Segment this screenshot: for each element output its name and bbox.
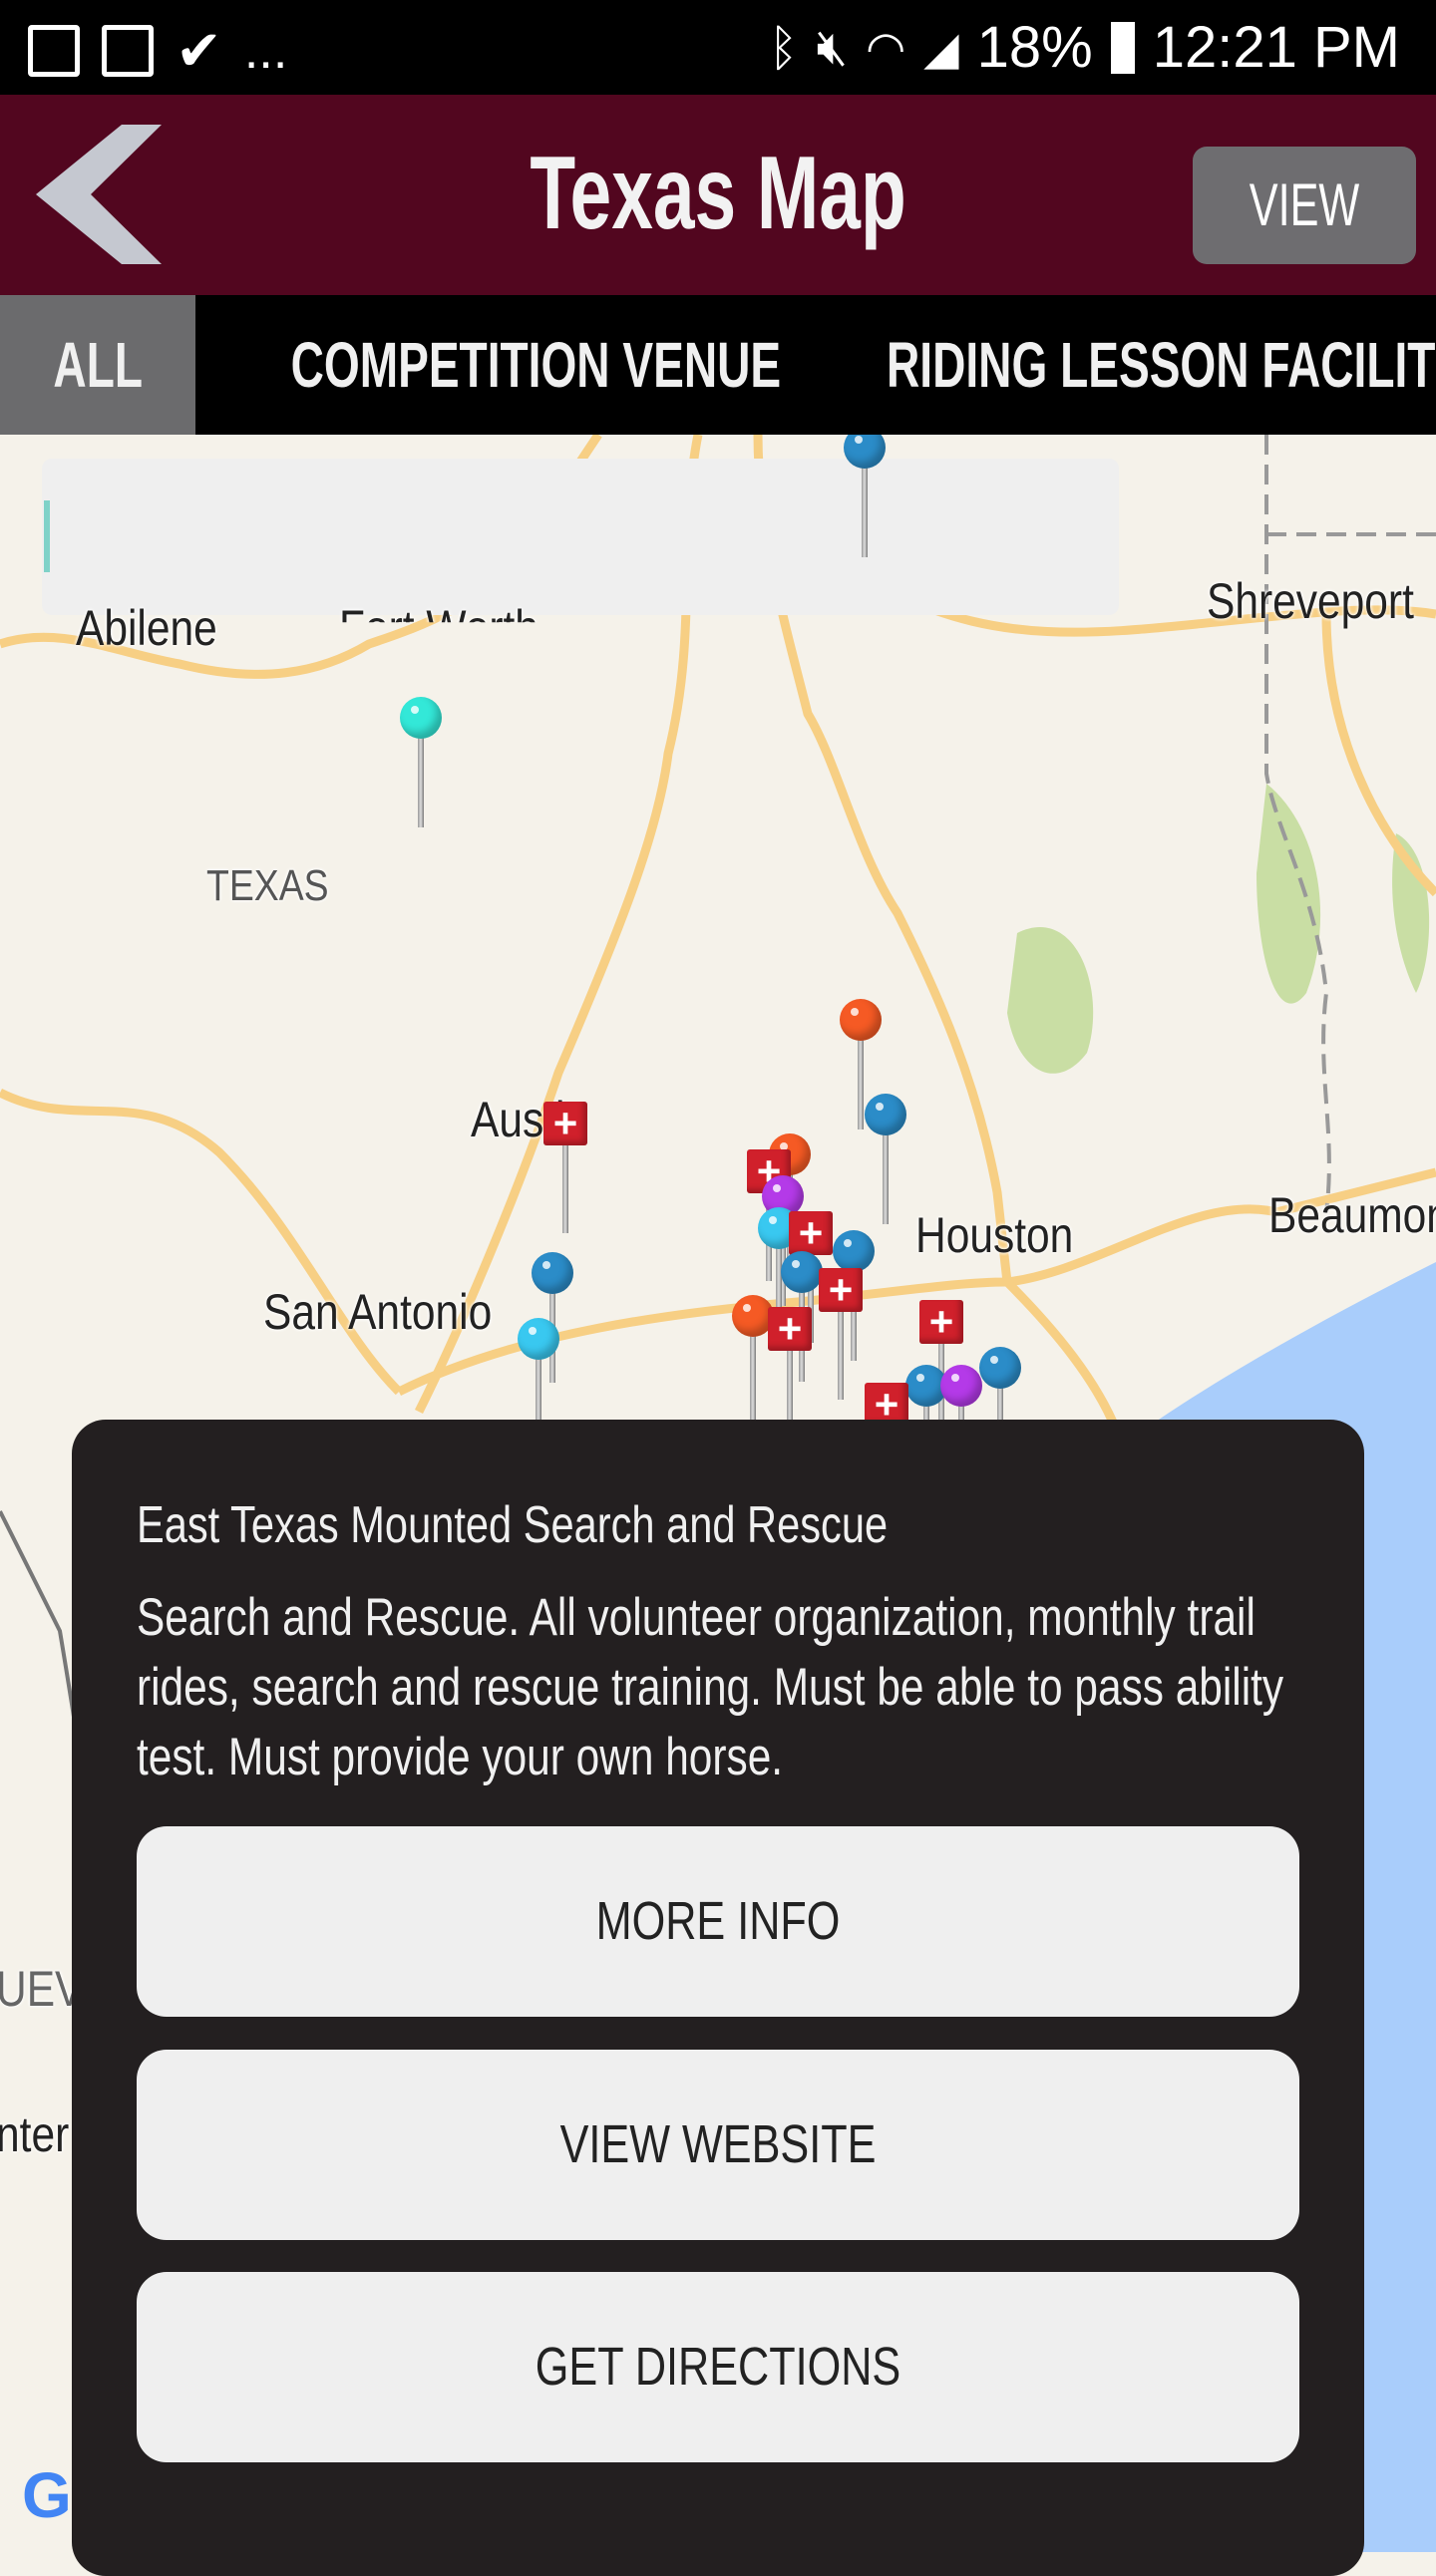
mute-icon: 🔇︎ [816,19,849,75]
get-directions-button[interactable]: GET DIRECTIONS [137,2272,1299,2462]
app-header: Texas Map VIEW LIST [0,95,1436,356]
tab-competition-venue[interactable]: COMPETITION VENUE [195,295,782,435]
city-label-beaumont: Beaumont [1268,1187,1436,1243]
google-logo: G [22,2459,72,2531]
more-info-button[interactable]: MORE INFO [137,1826,1299,2017]
tab-all[interactable]: ALL [0,295,195,435]
pin-head-icon [865,1094,906,1135]
first-aid-flag-icon: + [543,1102,587,1145]
forest-area [1256,784,1321,1004]
tab-label: COMPETITION VENUE [290,329,782,401]
forest-area [1007,927,1094,1074]
location-info-panel: East Texas Mounted Search and Rescue Sea… [72,1420,1364,2576]
view-list-button[interactable]: VIEW LIST [1193,147,1416,356]
city-label-partial: UEV [0,1961,84,2017]
signal-icon: ◢ [923,21,959,74]
gmail-icon [28,25,80,77]
pin-head-icon [518,1318,559,1360]
button-label: VIEW WEBSITE [559,2114,877,2174]
location-description: Search and Rescue. All volunteer organiz… [137,1588,1284,1786]
gallery-icon [102,25,154,77]
battery-percent: 18% [976,15,1093,80]
pin-head-icon [400,697,442,739]
wifi-icon: ◠ [866,21,906,74]
city-label-shreveport: Shreveport [1207,573,1414,629]
tab-label: RIDING LESSON FACILITY [887,329,1436,401]
status-bar: ✔ ... ᛒ 🔇︎ ◠ ◢ 18% 12:21 PM [0,0,1436,95]
first-aid-flag-icon: + [919,1300,963,1344]
city-label-partial: nter [0,2106,70,2162]
tasks-icon: ✔ [176,19,222,82]
city-label-san-antonio: San Antonio [263,1284,493,1340]
location-title: East Texas Mounted Search and Rescue [137,1496,889,1554]
more-notifications: ... [243,22,288,80]
tab-label: ALL [53,329,143,401]
button-label: GET DIRECTIONS [535,2337,901,2397]
bluetooth-icon: ᛒ [768,19,799,76]
pin-head-icon [940,1365,982,1407]
city-label-abilene: Abilene [76,600,217,656]
city-label-houston: Houston [915,1207,1074,1263]
map-search-input[interactable] [42,459,1119,615]
clock: 12:21 PM [1152,15,1400,80]
view-website-button[interactable]: VIEW WEBSITE [137,2050,1299,2240]
category-tabs: ALL COMPETITION VENUE RIDING LESSON FACI… [0,295,1436,435]
tab-riding-lesson-facility[interactable]: RIDING LESSON FACILITY [774,295,1436,435]
region-label-texas: TEXAS [206,861,329,910]
page-title: Texas Map [530,136,906,251]
battery-charging-icon [1110,21,1135,74]
first-aid-flag-icon: + [819,1268,863,1312]
text-cursor [44,500,50,572]
pin-head-icon [532,1252,573,1294]
pin-head-icon [840,999,882,1041]
first-aid-flag-icon: + [768,1307,812,1351]
pin-head-icon [781,1251,823,1293]
first-aid-flag-icon: + [789,1211,833,1255]
button-label: MORE INFO [595,1891,841,1951]
pin-head-icon [979,1347,1021,1389]
